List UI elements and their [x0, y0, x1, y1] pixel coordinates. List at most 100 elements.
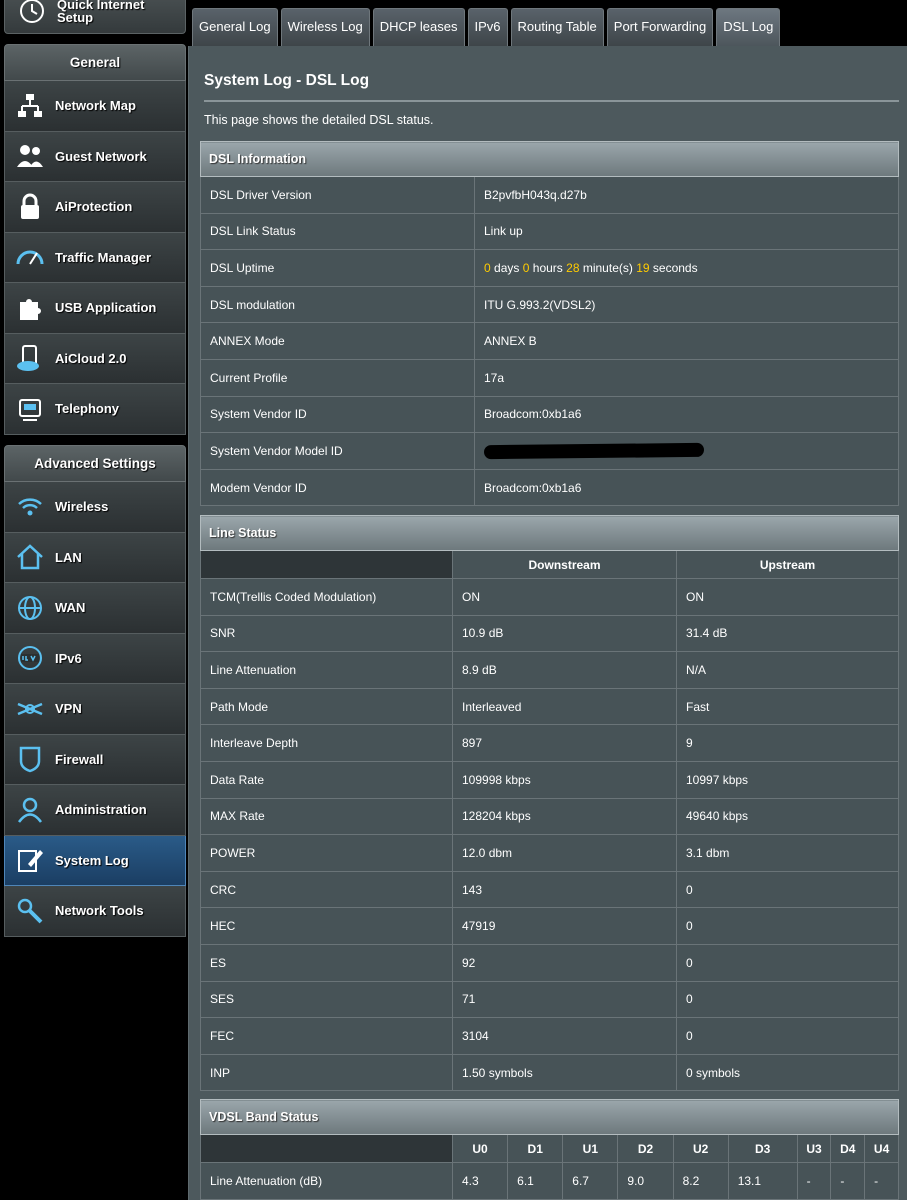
- table-row: HEC 47919 0: [200, 907, 899, 945]
- row-label: INP: [200, 1053, 453, 1092]
- sidebar-item-system-log[interactable]: System Log: [4, 835, 186, 886]
- sidebar-item-usb-application[interactable]: USB Application: [4, 283, 186, 334]
- downstream-value: ON: [452, 578, 677, 616]
- row-label: Line Attenuation: [200, 651, 453, 689]
- row-value: [474, 432, 899, 470]
- band-header: D2: [617, 1134, 674, 1163]
- vdsl-band-status-table: VDSL Band Status U0 D1 U1 D2 U2 D3 U3 D4…: [200, 1099, 899, 1200]
- network-map-icon: [18, 93, 42, 117]
- sidebar-item-label: System Log: [55, 852, 129, 868]
- upstream-value: 9: [676, 724, 899, 762]
- band-value: -: [796, 1162, 832, 1200]
- tab-dsl-log[interactable]: DSL Log: [716, 8, 781, 46]
- downstream-value: 1.50 symbols: [452, 1053, 677, 1092]
- row-label: System Vendor ID: [200, 395, 475, 434]
- sidebar-item-firewall[interactable]: Firewall: [4, 734, 186, 785]
- row-value: 17a: [474, 358, 899, 397]
- table-row: Path Mode Interleaved Fast: [200, 687, 899, 726]
- sidebar-item-administration[interactable]: Administration: [4, 785, 186, 836]
- sidebar: Quick Internet Setup General Network Map…: [0, 0, 188, 1200]
- table-row: ES 92 0: [200, 943, 899, 982]
- title-divider: [204, 100, 899, 102]
- page-description: This page shows the detailed DSL status.: [204, 113, 434, 127]
- wrench-icon: [17, 898, 43, 924]
- downstream-value: 47919: [452, 907, 677, 945]
- sidebar-item-lan[interactable]: LAN: [4, 532, 186, 583]
- downstream-value: 92: [452, 943, 677, 982]
- dsl-uptime-value: 0 days 0 hours 28 minute(s) 19 seconds: [474, 249, 899, 287]
- quick-internet-setup-button[interactable]: Quick Internet Setup: [4, 0, 186, 34]
- row-label: TCM(Trellis Coded Modulation): [200, 578, 453, 616]
- sidebar-item-ipv6[interactable]: IPv6: [4, 633, 186, 684]
- advanced-menu: Advanced Settings Wireless LAN WAN IPv6 …: [4, 445, 186, 937]
- log-tabs: General Log Wireless Log DHCP leases IPv…: [192, 8, 781, 46]
- sidebar-item-vpn[interactable]: VPN: [4, 684, 186, 735]
- sidebar-item-label: Telephony: [55, 401, 120, 417]
- sidebar-item-wan[interactable]: WAN: [4, 583, 186, 634]
- downstream-value: 71: [452, 980, 677, 1019]
- upstream-value: 0: [676, 980, 899, 1019]
- uptime-seconds-label: seconds: [652, 260, 698, 275]
- tab-ipv6[interactable]: IPv6: [467, 8, 508, 46]
- uptime-days-label: days: [494, 260, 520, 275]
- table-row: MAX Rate 128204 kbps 49640 kbps: [200, 797, 899, 836]
- page-title: System Log - DSL Log: [204, 72, 370, 89]
- sidebar-item-telephony[interactable]: Telephony: [4, 384, 186, 435]
- tab-port-forwarding[interactable]: Port Forwarding: [606, 8, 714, 46]
- sidebar-item-network-map[interactable]: Network Map: [4, 81, 186, 132]
- row-label: POWER: [200, 834, 453, 872]
- sidebar-item-wireless[interactable]: Wireless: [4, 482, 186, 533]
- tab-routing-table[interactable]: Routing Table: [510, 8, 604, 46]
- table-row: TCM(Trellis Coded Modulation) ON ON: [200, 578, 899, 616]
- upstream-value: 3.1 dbm: [676, 834, 899, 872]
- sidebar-item-label: Wireless: [55, 499, 109, 515]
- column-header-upstream: Upstream: [676, 550, 899, 579]
- tab-general-log[interactable]: General Log: [192, 8, 278, 46]
- band-value: 6.1: [507, 1162, 564, 1200]
- row-label: ES: [200, 943, 453, 982]
- general-menu-title: General: [4, 44, 186, 81]
- uptime-minutes-label: minute(s): [582, 260, 633, 275]
- table-row: DSL Driver Version B2pvfbH043q.d27b: [200, 176, 899, 214]
- row-label: CRC: [200, 870, 453, 909]
- table-row: POWER 12.0 dbm 3.1 dbm: [200, 834, 899, 872]
- sidebar-item-label: IPv6: [55, 650, 82, 666]
- sidebar-item-aiprotection[interactable]: AiProtection: [4, 182, 186, 233]
- wifi-icon: [18, 498, 42, 516]
- downstream-value: 10.9 dB: [452, 614, 677, 653]
- sidebar-item-label: Administration: [55, 802, 147, 818]
- lock-icon: [21, 193, 39, 219]
- redaction-mark: [483, 443, 705, 460]
- table-row: SNR 10.9 dB 31.4 dB: [200, 614, 899, 653]
- sidebar-item-label: WAN: [55, 600, 86, 616]
- upstream-value: ON: [676, 578, 899, 616]
- uptime-seconds: 19: [636, 260, 650, 275]
- row-label: ANNEX Mode: [200, 322, 475, 360]
- row-label: DSL modulation: [200, 285, 475, 324]
- band-header: D1: [507, 1134, 564, 1163]
- uptime-days: 0: [484, 260, 491, 275]
- upstream-value: 0: [676, 870, 899, 909]
- table-header-row: Downstream Upstream: [200, 550, 899, 579]
- globe-icon: [18, 595, 42, 620]
- wizard-icon: [20, 0, 44, 23]
- row-label: Current Profile: [200, 358, 475, 397]
- tab-dhcp-leases[interactable]: DHCP leases: [372, 8, 465, 46]
- sidebar-item-network-tools[interactable]: Network Tools: [4, 886, 186, 937]
- row-value: Broadcom:0xb1a6: [474, 395, 899, 434]
- sidebar-item-aicloud[interactable]: AiCloud 2.0: [4, 333, 186, 384]
- log-edit-icon: [18, 850, 43, 873]
- sidebar-item-guest-network[interactable]: Guest Network: [4, 131, 186, 182]
- tab-wireless-log[interactable]: Wireless Log: [280, 8, 370, 46]
- row-label: Modem Vendor ID: [200, 468, 475, 507]
- band-value: 9.0: [617, 1162, 674, 1200]
- table-row: CRC 143 0: [200, 870, 899, 909]
- upstream-value: 31.4 dB: [676, 614, 899, 653]
- band-header: U1: [562, 1134, 619, 1163]
- table-row: Line Attenuation (dB) 4.3 6.1 6.7 9.0 8.…: [200, 1162, 899, 1200]
- sidebar-item-traffic-manager[interactable]: Traffic Manager: [4, 232, 186, 283]
- upstream-value: 0 symbols: [676, 1053, 899, 1092]
- row-label: HEC: [200, 907, 453, 945]
- row-label: Data Rate: [200, 760, 453, 799]
- upstream-value: 0: [676, 1017, 899, 1055]
